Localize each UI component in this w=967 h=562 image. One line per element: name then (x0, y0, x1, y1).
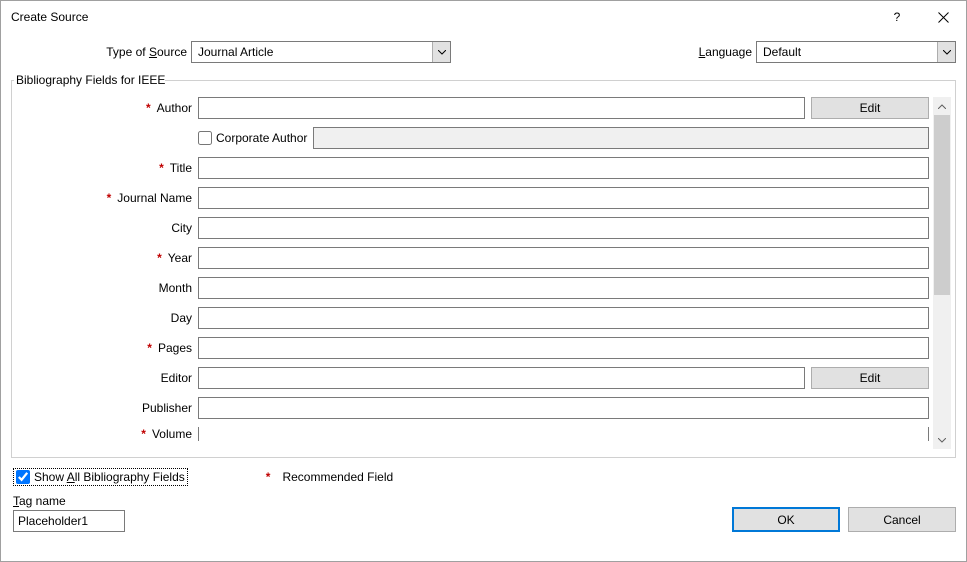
type-of-source-label: Type of Source (11, 45, 187, 59)
required-marker: * (141, 427, 146, 441)
show-all-fields-check[interactable] (16, 470, 30, 484)
field-volume: * Volume (16, 427, 929, 441)
close-icon (938, 12, 949, 23)
language-label: Language (682, 45, 752, 59)
close-button[interactable] (920, 1, 966, 33)
field-city: City (16, 217, 929, 239)
field-label: Journal Name (117, 191, 192, 205)
pages-input[interactable] (198, 337, 929, 359)
field-label: Author (157, 101, 192, 115)
required-marker: * (159, 161, 164, 175)
ok-button[interactable]: OK (732, 507, 840, 532)
recommended-field-label: Recommended Field (282, 470, 393, 484)
required-marker: * (266, 470, 271, 484)
field-year: * Year (16, 247, 929, 269)
corporate-author-input (313, 127, 929, 149)
bibliography-fieldset: Bibliography Fields for IEEE * Author Edi… (11, 73, 956, 458)
type-of-source-combo[interactable]: Journal Article (191, 41, 451, 63)
show-all-fields-checkbox[interactable]: Show All Bibliography Fields (13, 468, 188, 486)
tag-name-label: Tag name (13, 494, 125, 508)
footer-options: Show All Bibliography Fields * Recommend… (11, 458, 956, 492)
footer-actions: Tag name OK Cancel (11, 492, 956, 532)
required-marker: * (157, 251, 162, 265)
tag-name-area: Tag name (13, 494, 125, 532)
chevron-down-icon (937, 42, 955, 62)
help-button[interactable]: ? (874, 1, 920, 33)
field-title: * Title (16, 157, 929, 179)
field-label: Day (171, 311, 192, 325)
titlebar: Create Source ? (1, 1, 966, 33)
field-day: Day (16, 307, 929, 329)
tag-name-input[interactable] (13, 510, 125, 532)
scrollbar-thumb[interactable] (934, 115, 950, 295)
chevron-down-icon (432, 42, 450, 62)
language-combo[interactable]: Default (756, 41, 956, 63)
field-label: Editor (161, 371, 192, 385)
field-publisher: Publisher (16, 397, 929, 419)
field-label: Title (170, 161, 192, 175)
field-journal-name: * Journal Name (16, 187, 929, 209)
editor-input[interactable] (198, 367, 805, 389)
editor-edit-button[interactable]: Edit (811, 367, 929, 389)
show-all-fields-label: Show All Bibliography Fields (34, 470, 185, 484)
corporate-author-check[interactable] (198, 131, 212, 145)
field-label: Year (168, 251, 192, 265)
scroll-down-icon (933, 431, 951, 449)
publisher-input[interactable] (198, 397, 929, 419)
field-label: Month (159, 281, 192, 295)
field-label: Corporate Author (216, 131, 307, 145)
fields-list: * Author Edit Corporate Author * Title * Jo… (16, 97, 929, 449)
field-month: Month (16, 277, 929, 299)
required-marker: * (146, 101, 151, 115)
month-input[interactable] (198, 277, 929, 299)
field-label: City (171, 221, 192, 235)
volume-input[interactable] (198, 427, 929, 441)
window-title: Create Source (11, 10, 874, 24)
author-input[interactable] (198, 97, 805, 119)
field-label: Volume (152, 427, 192, 441)
recommended-field-legend: * Recommended Field (266, 470, 393, 484)
cancel-button[interactable]: Cancel (848, 507, 956, 532)
year-input[interactable] (198, 247, 929, 269)
language-value: Default (757, 45, 937, 59)
day-input[interactable] (198, 307, 929, 329)
help-icon: ? (894, 10, 901, 24)
field-label: Pages (158, 341, 192, 355)
field-author: * Author Edit (16, 97, 929, 119)
field-corporate-author: Corporate Author (198, 127, 929, 149)
dialog-content: Type of Source Journal Article Language … (1, 33, 966, 542)
field-label: Publisher (142, 401, 192, 415)
required-marker: * (107, 191, 112, 205)
field-pages: * Pages (16, 337, 929, 359)
title-input[interactable] (198, 157, 929, 179)
scroll-up-icon (933, 97, 951, 115)
type-of-source-value: Journal Article (192, 45, 432, 59)
field-editor: Editor Edit (16, 367, 929, 389)
required-marker: * (147, 341, 152, 355)
fieldset-legend: Bibliography Fields for IEEE (14, 73, 165, 87)
corporate-author-checkbox[interactable]: Corporate Author (198, 131, 307, 145)
author-edit-button[interactable]: Edit (811, 97, 929, 119)
journal-name-input[interactable] (198, 187, 929, 209)
fields-scrollbar[interactable] (933, 97, 951, 449)
city-input[interactable] (198, 217, 929, 239)
top-row: Type of Source Journal Article Language … (11, 39, 956, 73)
